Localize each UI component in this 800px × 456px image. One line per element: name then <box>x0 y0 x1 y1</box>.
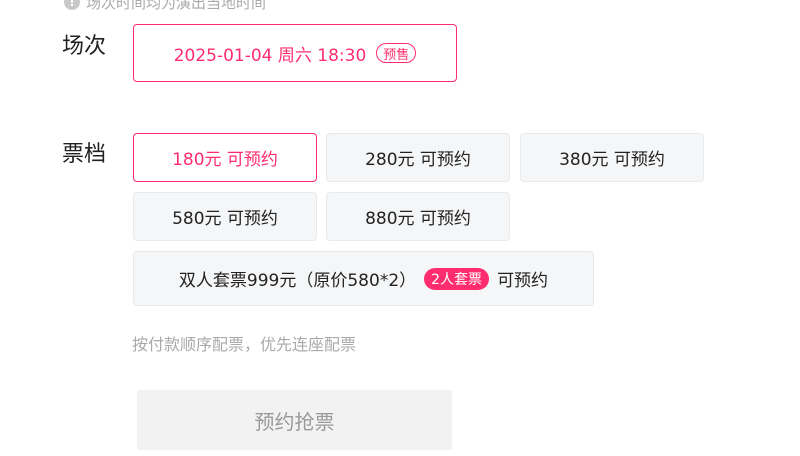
session-option-selected[interactable]: 2025-01-04 周六 18:30 预售 <box>133 24 457 82</box>
reserve-button[interactable]: 预约抢票 <box>137 390 452 450</box>
tier-option-880[interactable]: 880元 可预约 <box>326 192 510 241</box>
session-label: 场次 <box>62 34 107 59</box>
tier-option-label: 380元 可预约 <box>559 150 665 170</box>
tier-option-280[interactable]: 280元 可预约 <box>326 133 510 182</box>
notice-text: 场次时间均为演出当地时间 <box>86 0 267 12</box>
tier-option-label: 580元 可预约 <box>172 209 278 229</box>
tier-option-label: 180元 可预约 <box>172 150 278 170</box>
package-status: 可预约 <box>497 271 549 291</box>
tier-option-pair-package[interactable]: 双人套票999元（原价580*2） 2人套票 可预约 <box>133 251 594 306</box>
tier-label: 票档 <box>62 142 107 167</box>
tier-option-580[interactable]: 580元 可预约 <box>133 192 317 241</box>
presale-badge: 预售 <box>376 43 417 63</box>
session-datetime: 2025-01-04 周六 18:30 <box>173 45 367 66</box>
package-label: 双人套票999元（原价580*2） <box>178 271 417 291</box>
info-icon: ! <box>64 0 80 10</box>
tier-option-180[interactable]: 180元 可预约 <box>133 133 317 182</box>
tier-option-380[interactable]: 380元 可预约 <box>520 133 704 182</box>
tier-option-label: 280元 可预约 <box>365 150 471 170</box>
pair-package-badge: 2人套票 <box>424 267 490 290</box>
tier-option-label: 880元 可预约 <box>365 209 471 229</box>
local-time-notice: ! 场次时间均为演出当地时间 <box>64 0 266 12</box>
seat-allocation-tip: 按付款顺序配票，优先连座配票 <box>132 335 357 354</box>
